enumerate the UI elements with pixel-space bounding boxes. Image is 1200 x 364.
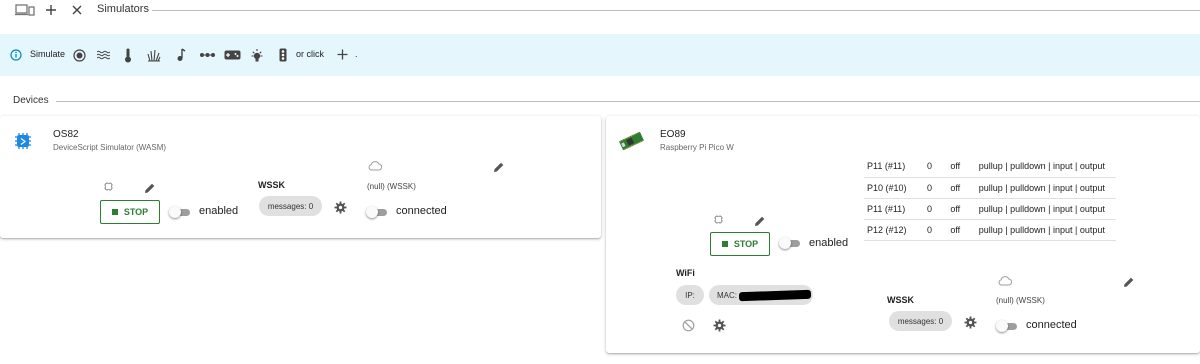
memory-icon [712,213,724,225]
gamepad-icon[interactable] [223,48,241,62]
stop-button[interactable]: STOP [710,232,770,256]
device-description: DeviceScript Simulator (WASM) [53,143,167,152]
pin-options[interactable]: pullup | pulldown | input | output [975,198,1116,220]
pin-options[interactable]: pullup | pulldown | input | output [975,219,1116,241]
connected-toggle[interactable] [996,320,1018,332]
pico-board-icon [617,130,645,152]
wifi-label: WiFi [676,268,695,278]
stop-label: STOP [733,239,759,249]
settings-icon[interactable] [963,315,977,329]
enabled-label: enabled [199,205,239,217]
ip-label: IP: [685,290,695,300]
connected-label: connected [396,205,447,217]
mac-chip: MAC: [709,285,813,305]
pin-name: P12 (#12) [864,219,924,241]
enabled-toggle[interactable] [169,206,191,218]
page-title: Simulators [97,3,149,15]
pin-mode: off [947,177,976,199]
add-icon[interactable] [44,3,58,17]
cloud-edit-icon[interactable] [491,160,505,174]
title-divider [152,10,1200,11]
cloud-edit-icon[interactable] [1121,275,1135,289]
pin-row: P12 (#12) 0 off pullup | pulldown | input |… [864,219,1116,241]
header-toolbar: Simulators [0,0,1200,20]
cloud-status: (null) (WSSK) [996,296,1045,305]
cloud-icon [366,158,382,172]
pin-row: P11 (#11) 0 off pullup | pulldown | input |… [864,156,1116,178]
info-icon [9,48,22,61]
thermometer-icon[interactable] [122,47,134,63]
chip-icon [12,130,34,152]
device-card-os82: OS82 DeviceScript Simulator (WASM) STOP … [0,116,601,238]
cloud-icon [996,273,1012,287]
enabled-label: enabled [809,237,849,249]
pin-options[interactable]: pullup | pulldown | input | output [975,177,1116,199]
pin-mode: off [947,219,976,241]
stop-icon [111,209,118,215]
device-description: Raspberry Pi Pico W [660,143,734,152]
pin-options[interactable]: pullup | pulldown | input | output [975,156,1116,178]
grass-icon[interactable] [146,47,161,62]
messages-label: messages: 0 [267,201,314,211]
pin-name: P11 (#11) [864,156,924,178]
waves-icon[interactable] [96,48,110,62]
pin-row: P11 (#11) 0 off pullup | pulldown | input |… [864,198,1116,220]
device-name: EO89 [660,129,686,140]
or-click-text: or click [296,49,325,59]
edit-icon[interactable] [142,181,156,195]
messages-chip: messages: 0 [259,196,322,216]
connected-toggle[interactable] [366,206,388,218]
pin-value: 0 [923,156,948,178]
devices-divider [56,101,1200,102]
stop-label: STOP [123,207,149,217]
cloud-status: (null) (WSSK) [367,182,416,191]
device-name: OS82 [53,129,79,140]
pin-mode: off [947,198,976,220]
ip-chip: IP: [676,285,704,305]
light-icon[interactable] [250,47,264,62]
mac-label: MAC: [717,290,737,300]
stop-icon [721,241,728,247]
pin-value: 0 [923,219,948,241]
devices-section-title: Devices [13,95,49,106]
info-banner: Simulate or click . [0,34,1200,76]
settings-icon[interactable] [333,200,347,214]
wssk-label: WSSK [258,180,285,190]
pin-value: 0 [923,198,948,220]
messages-chip: messages: 0 [889,311,952,331]
memory-icon [102,180,114,192]
messages-label: messages: 0 [897,316,944,326]
button-icon[interactable] [72,48,86,62]
add-device-icon[interactable] [336,48,348,60]
wifi-settings-icon[interactable] [712,318,726,332]
pin-row: P10 (#10) 0 off pullup | pulldown | input |… [864,177,1116,199]
info-trailing: . [355,49,358,59]
enabled-toggle[interactable] [779,237,801,249]
stop-button[interactable]: STOP [100,200,160,224]
close-icon[interactable] [70,3,84,17]
simulate-label: Simulate [30,49,66,59]
mac-redacted [738,289,812,301]
connected-label: connected [1026,319,1077,331]
pin-mode: off [947,156,976,178]
pins-table: P11 (#11) 0 off pullup | pulldown | input |… [864,156,1116,241]
devices-icon[interactable] [14,3,36,17]
dots-line-icon[interactable] [198,48,216,62]
edit-icon[interactable] [752,214,766,228]
device-card-eo89: EO89 Raspberry Pi Pico W P11 (#11) 0 off pu… [606,116,1200,353]
pin-name: P11 (#11) [864,198,924,220]
pin-name: P10 (#10) [864,177,924,199]
block-icon[interactable] [681,318,695,332]
pin-value: 0 [923,177,948,199]
music-note-icon[interactable] [175,47,187,62]
wssk-label: WSSK [887,295,914,305]
traffic-icon[interactable] [277,47,289,62]
